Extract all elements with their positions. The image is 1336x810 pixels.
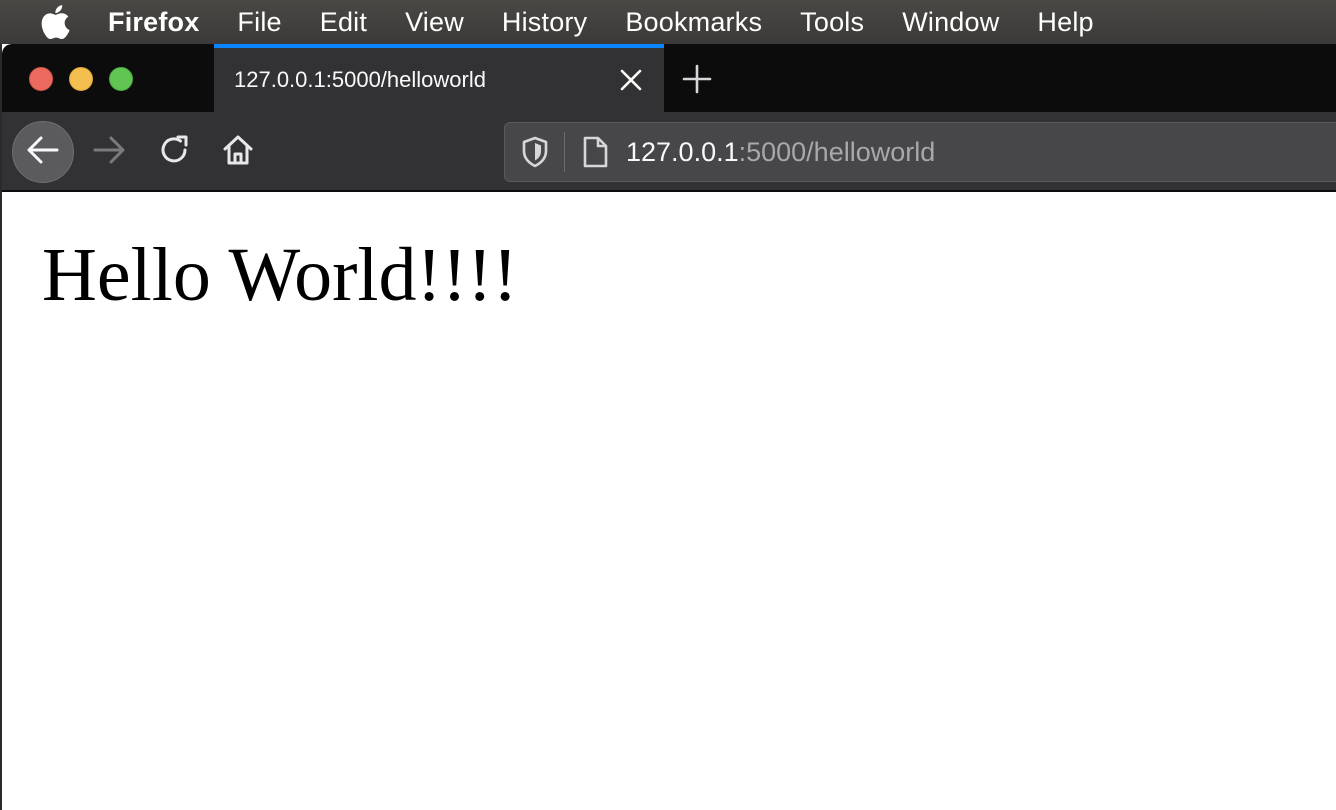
- close-icon[interactable]: [616, 65, 646, 95]
- back-arrow-icon: [26, 135, 60, 170]
- window-minimize-button[interactable]: [69, 67, 93, 91]
- menu-view[interactable]: View: [405, 7, 464, 38]
- url-text[interactable]: 127.0.0.1:5000/helloworld: [626, 137, 935, 168]
- menu-window[interactable]: Window: [902, 7, 999, 38]
- tab-helloworld[interactable]: 127.0.0.1:5000/helloworld: [214, 44, 664, 112]
- reload-button[interactable]: [144, 121, 206, 183]
- menu-file[interactable]: File: [237, 7, 281, 38]
- page-content: Hello World!!!!: [2, 194, 1336, 810]
- back-button[interactable]: [12, 121, 74, 183]
- forward-button[interactable]: [78, 121, 140, 183]
- url-path: :5000/helloworld: [738, 136, 936, 167]
- forward-arrow-icon: [92, 135, 126, 170]
- menu-edit[interactable]: Edit: [320, 7, 367, 38]
- menu-tools[interactable]: Tools: [800, 7, 864, 38]
- window-maximize-button[interactable]: [109, 67, 133, 91]
- menu-help[interactable]: Help: [1037, 7, 1093, 38]
- menu-history[interactable]: History: [502, 7, 587, 38]
- menu-app-firefox[interactable]: Firefox: [108, 7, 199, 38]
- window-close-button[interactable]: [29, 67, 53, 91]
- navigation-toolbar: 127.0.0.1:5000/helloworld: [2, 112, 1336, 192]
- address-bar-divider: [564, 132, 565, 172]
- address-bar[interactable]: 127.0.0.1:5000/helloworld: [504, 122, 1336, 182]
- reload-icon: [158, 133, 192, 172]
- home-icon: [221, 133, 255, 172]
- apple-logo-icon[interactable]: [38, 5, 72, 39]
- shield-icon[interactable]: [517, 134, 553, 170]
- page-heading: Hello World!!!!: [42, 233, 518, 317]
- macos-menu-bar: Firefox File Edit View History Bookmarks…: [0, 0, 1336, 44]
- tab-title: 127.0.0.1:5000/helloworld: [234, 67, 486, 92]
- home-button[interactable]: [207, 121, 269, 183]
- plus-icon[interactable]: [678, 60, 716, 98]
- url-host: 127.0.0.1: [626, 136, 739, 167]
- page-icon[interactable]: [579, 134, 611, 170]
- browser-window: 127.0.0.1:5000/helloworld 127.0.0.1:5000…: [0, 44, 1336, 810]
- tab-strip: 127.0.0.1:5000/helloworld: [2, 44, 1336, 112]
- menu-bookmarks[interactable]: Bookmarks: [625, 7, 762, 38]
